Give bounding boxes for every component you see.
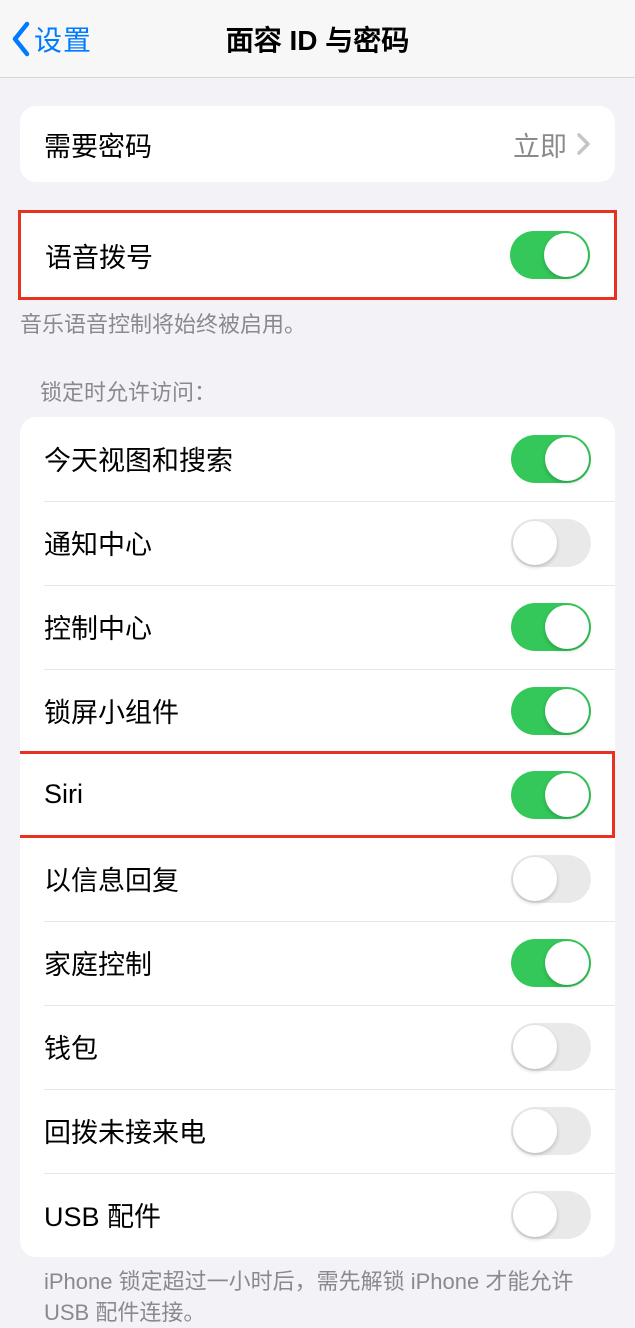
lock-access-item-label: 今天视图和搜索	[44, 439, 233, 478]
lock-access-row: 回拨未接来电	[20, 1089, 615, 1173]
lock-access-row: 家庭控制	[20, 921, 615, 1005]
lock-access-item-toggle[interactable]	[511, 1107, 591, 1155]
lock-access-item-toggle[interactable]	[511, 687, 591, 735]
lock-access-row: 控制中心	[20, 585, 615, 669]
lock-access-item-label: USB 配件	[44, 1195, 161, 1234]
lock-access-item-label: 钱包	[44, 1027, 98, 1066]
lock-access-row: Siri	[20, 753, 615, 837]
lock-access-item-label: 通知中心	[44, 523, 152, 562]
lock-access-item-toggle[interactable]	[511, 939, 591, 987]
lock-access-row: 今天视图和搜索	[20, 417, 615, 501]
lock-access-item-label: 以信息回复	[44, 859, 179, 898]
lock-access-row: USB 配件	[20, 1173, 615, 1257]
lock-access-group: 今天视图和搜索通知中心控制中心锁屏小组件 Siri 以信息回复家庭控制钱包回拨未接来…	[20, 417, 615, 1257]
lock-access-row: 以信息回复	[20, 837, 615, 921]
page-title: 面容 ID 与密码	[0, 19, 635, 59]
chevron-right-icon	[577, 133, 591, 155]
lock-access-row: 通知中心	[20, 501, 615, 585]
require-passcode-value: 立即	[513, 125, 591, 164]
voice-dial-row: 语音拨号	[21, 213, 614, 297]
lock-access-item-toggle[interactable]	[511, 1191, 591, 1239]
lock-access-item-toggle[interactable]	[511, 435, 591, 483]
lock-access-item-label: 家庭控制	[44, 943, 152, 982]
lock-access-row: 锁屏小组件	[20, 669, 615, 753]
lock-access-item-label: Siri	[44, 779, 83, 810]
back-label: 设置	[34, 19, 92, 59]
lock-access-item-toggle[interactable]	[511, 603, 591, 651]
lock-access-footer: iPhone 锁定超过一小时后，需先解锁 iPhone 才能允许USB 配件连接…	[20, 1257, 615, 1328]
lock-access-item-toggle[interactable]	[511, 519, 591, 567]
voice-dial-footer: 音乐语音控制将始终被启用。	[0, 300, 635, 341]
lock-access-row: 钱包	[20, 1005, 615, 1089]
require-passcode-label: 需要密码	[44, 125, 152, 164]
lock-access-item-toggle[interactable]	[511, 771, 591, 819]
require-passcode-row[interactable]: 需要密码 立即	[20, 106, 615, 182]
voice-dial-label: 语音拨号	[45, 236, 153, 275]
voice-dial-toggle[interactable]	[510, 231, 590, 279]
lock-access-item-label: 锁屏小组件	[44, 691, 179, 730]
chevron-left-icon	[10, 21, 32, 57]
lock-access-item-label: 回拨未接来电	[44, 1111, 206, 1150]
lock-access-item-label: 控制中心	[44, 607, 152, 646]
back-button[interactable]: 设置	[0, 19, 92, 59]
lock-access-item-toggle[interactable]	[511, 855, 591, 903]
nav-bar: 设置 面容 ID 与密码	[0, 0, 635, 78]
lock-access-header: 锁定时允许访问：	[20, 375, 615, 417]
lock-access-item-toggle[interactable]	[511, 1023, 591, 1071]
